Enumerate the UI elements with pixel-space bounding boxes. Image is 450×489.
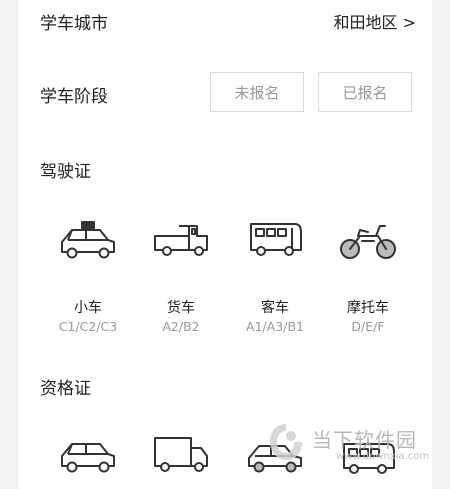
taxi-icon [61, 221, 115, 259]
stage-option-not-enrolled[interactable]: 未报名 [210, 72, 304, 112]
city-label: 学车城市 [40, 14, 108, 34]
stage-label: 学车阶段 [40, 87, 108, 107]
license-code-bus: A1/A3/B1 [246, 319, 304, 334]
qualification-section-title: 资格证 [40, 379, 91, 399]
license-name-truck: 货车 [167, 300, 195, 316]
license-name-car: 小车 [74, 300, 102, 316]
motorcycle-icon [340, 225, 396, 259]
license-section-title: 驾驶证 [40, 162, 91, 182]
license-code-motorcycle: D/E/F [351, 319, 385, 334]
watermark-text: 当下软件园 [312, 428, 417, 452]
truck-icon [154, 225, 208, 256]
site-watermark: 当下软件园 www.downxia.com [262, 420, 442, 470]
watermark-logo-icon [270, 424, 302, 460]
city-selector[interactable]: 和田地区 > [334, 9, 417, 33]
stage-row: 学车阶段 未报名 已报名 [18, 72, 432, 116]
license-name-motorcycle: 摩托车 [347, 300, 389, 316]
license-code-car: C1/C2/C3 [58, 319, 118, 334]
watermark-url: www.downxia.com [336, 451, 430, 462]
box-truck-icon [154, 437, 208, 472]
car-icon [61, 443, 115, 473]
license-name-bus: 客车 [261, 300, 289, 316]
city-row[interactable]: 学车城市 和田地区 > [18, 0, 432, 40]
license-code-truck: A2/B2 [162, 319, 200, 334]
bus-icon [250, 223, 302, 256]
stage-option-enrolled[interactable]: 已报名 [318, 72, 412, 112]
driving-options-panel: 学车城市 和田地区 > 学车阶段 未报名 已报名 驾驶证 小车 C1/C2/C3… [18, 0, 432, 489]
